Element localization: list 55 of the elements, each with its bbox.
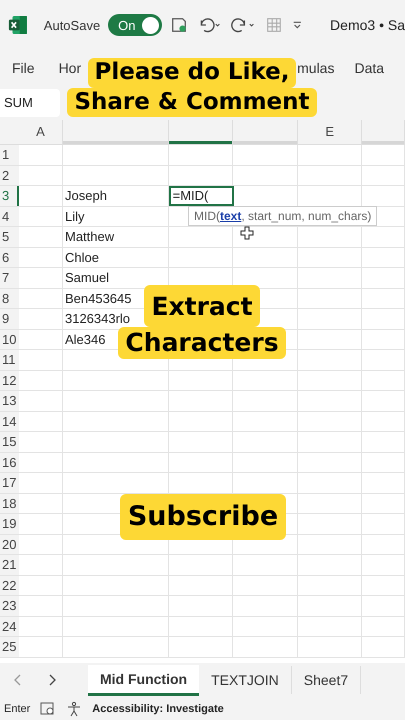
macro-record-icon[interactable] (40, 702, 56, 716)
caption-text: Extract (144, 285, 260, 327)
cursor-icon (240, 226, 254, 240)
caption-text: Please do Like, (88, 58, 296, 88)
row-header[interactable]: 13 (0, 391, 20, 410)
caption-text: Share & Comment (67, 88, 317, 118)
row-header[interactable]: 21 (0, 555, 20, 574)
autosave-label: AutoSave (44, 18, 100, 32)
save-icon[interactable] (170, 15, 188, 35)
row-header[interactable]: 8 (0, 288, 20, 308)
row-header[interactable]: 11 (0, 350, 20, 370)
sheet-tab[interactable]: Sheet7 (292, 666, 362, 694)
name-box[interactable]: SUM (0, 89, 60, 117)
row-header[interactable]: 3 (0, 186, 20, 206)
row-header[interactable]: 2 (0, 166, 20, 185)
table-cell: Matthew (62, 227, 169, 246)
accessibility-icon[interactable] (66, 700, 82, 716)
status-mode: Enter (4, 702, 30, 714)
table-cell: Chloe (62, 248, 169, 267)
row-header[interactable]: 16 (0, 452, 20, 472)
row-header[interactable]: 23 (0, 596, 20, 616)
row-header[interactable]: 7 (0, 268, 20, 288)
table-cell: Joseph (63, 186, 169, 206)
row-header[interactable]: 5 (0, 227, 20, 246)
row-header[interactable]: 25 (0, 637, 20, 656)
row-header[interactable]: 9 (0, 309, 20, 328)
caption-text: Subscribe (120, 494, 286, 540)
row-header[interactable]: 20 (0, 534, 20, 554)
accessibility-status[interactable]: Accessibility: Investigate (92, 702, 224, 714)
sheet-tab[interactable]: TEXTJOIN (199, 666, 292, 694)
caption-text: Characters (118, 327, 286, 359)
ribbon-tab[interactable]: File (10, 56, 37, 80)
row-header[interactable]: 15 (0, 432, 20, 452)
row-header[interactable]: 22 (0, 576, 20, 595)
autosave-toggle[interactable]: On (108, 14, 162, 36)
document-title: Demo3 • Sa (330, 17, 405, 33)
row-header[interactable]: 14 (0, 412, 20, 431)
row-header[interactable]: 4 (0, 206, 20, 226)
row-header[interactable]: 12 (0, 370, 20, 390)
ribbon-tab[interactable]: Data (352, 56, 386, 80)
row-header[interactable]: 18 (0, 494, 20, 513)
row-header[interactable]: 17 (0, 473, 20, 492)
sheet-tab[interactable]: Mid Function (88, 664, 200, 696)
row-header[interactable]: 6 (0, 248, 20, 267)
active-cell: =MID( (168, 186, 234, 206)
ribbon-tab[interactable]: mulas (295, 56, 336, 80)
row-header[interactable]: 1 (0, 145, 20, 164)
column-header[interactable]: A (19, 120, 63, 144)
table-cell: Lily (62, 206, 169, 226)
row-header[interactable]: 24 (0, 616, 20, 636)
row-header[interactable]: 19 (0, 514, 20, 534)
function-tooltip: MID(text, start_num, num_chars) (188, 206, 378, 226)
excel-logo-icon (8, 14, 28, 36)
ribbon-tab[interactable]: Hor (56, 56, 84, 80)
row-header[interactable]: 10 (0, 330, 20, 349)
